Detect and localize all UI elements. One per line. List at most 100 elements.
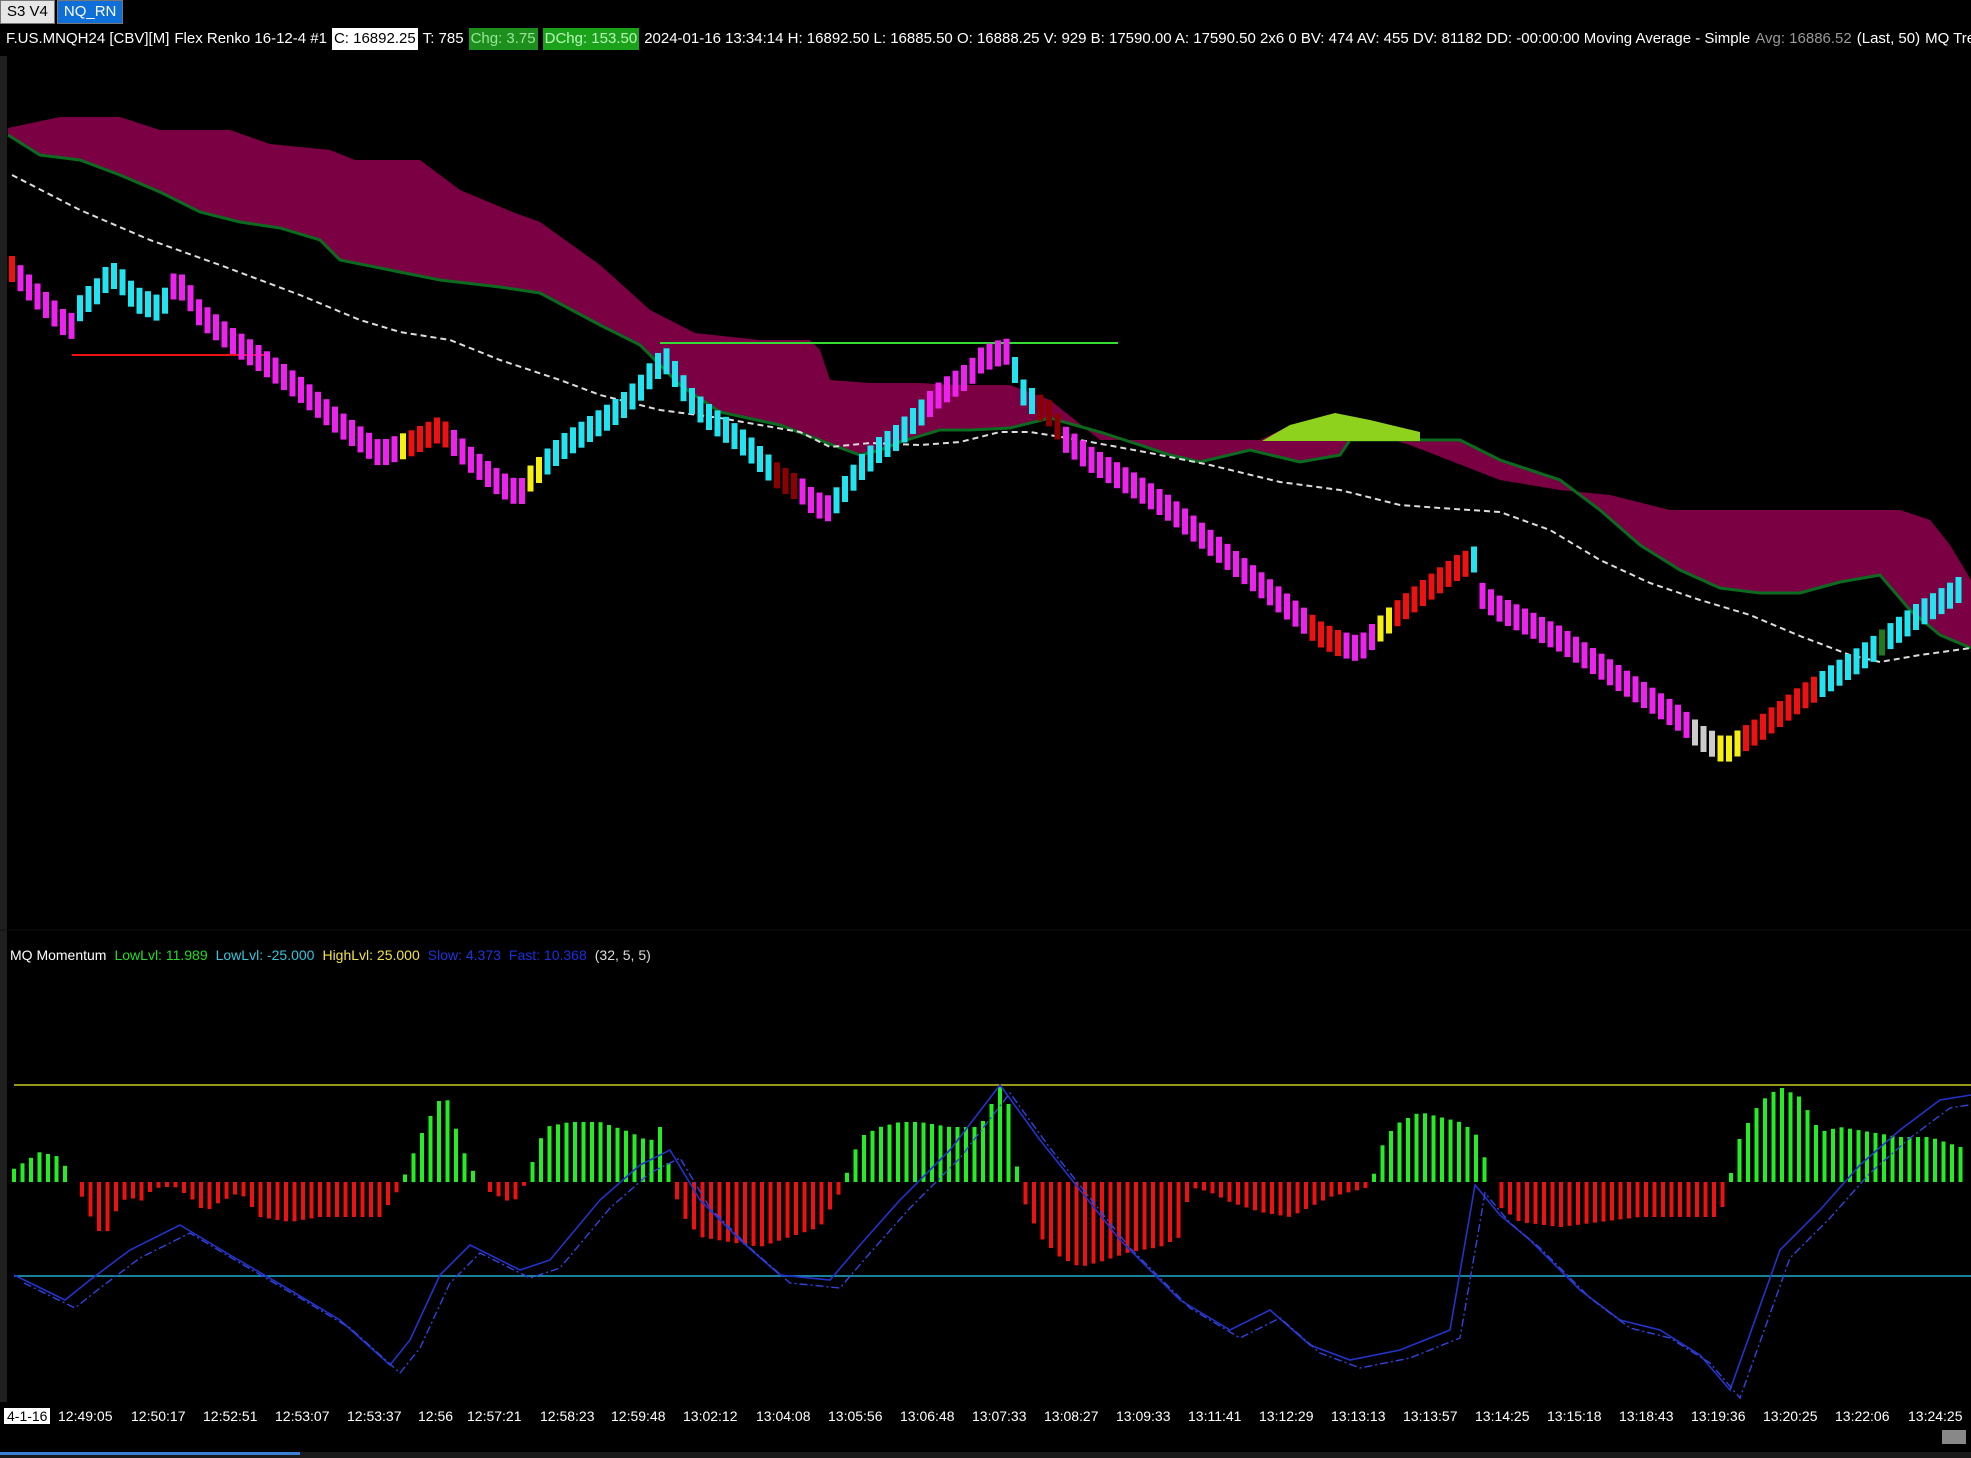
renko-bar	[1156, 489, 1163, 515]
renko-bar	[1165, 494, 1171, 521]
momentum-bar	[173, 1182, 178, 1188]
renko-bar	[612, 399, 619, 425]
momentum-bar	[309, 1182, 314, 1219]
renko-bar	[1556, 625, 1562, 652]
momentum-bar	[1372, 1173, 1376, 1182]
renko-bar	[1088, 446, 1095, 473]
momentum-bar	[267, 1182, 271, 1219]
momentum-bar	[1780, 1088, 1784, 1182]
renko-bar	[1819, 671, 1826, 697]
time-axis: 4-1-16 12:49:05 12:50:17 12:52:51 12:53:07 12…	[0, 1402, 1971, 1428]
momentum-bar	[216, 1182, 220, 1204]
renko-bar	[94, 278, 100, 305]
momentum-bar	[352, 1182, 356, 1217]
renko-bar	[1258, 572, 1265, 599]
momentum-bar	[1678, 1182, 1682, 1217]
renko-bar	[1666, 699, 1673, 725]
time-tick-label: 13:24:25	[1908, 1408, 1963, 1424]
time-tick-label: 13:02:12	[683, 1408, 738, 1424]
momentum-bar	[700, 1182, 705, 1238]
renko-bar	[221, 321, 228, 348]
momentum-bar	[1907, 1137, 1912, 1182]
renko-bar	[867, 445, 874, 472]
renko-bar	[400, 433, 406, 460]
renko-bar	[383, 439, 389, 465]
momentum-bar	[811, 1182, 815, 1230]
momentum-bar	[1814, 1125, 1818, 1182]
momentum-bar	[1227, 1182, 1232, 1202]
momentum-bar	[1117, 1182, 1121, 1256]
momentum-bar	[904, 1122, 909, 1182]
renko-bar	[1845, 654, 1851, 680]
renko-bar	[893, 425, 899, 451]
renko-bar	[1318, 621, 1324, 648]
time-tick-label: 13:05:56	[828, 1408, 883, 1424]
renko-bar	[697, 396, 704, 423]
renko-bar	[689, 388, 695, 414]
chart-canvas[interactable]	[0, 0, 1971, 1458]
time-tick-label: 12:50:17	[131, 1408, 186, 1424]
renko-bar	[901, 416, 908, 443]
renko-bar	[289, 370, 296, 397]
momentum-bar	[165, 1182, 169, 1187]
momentum-bar	[964, 1127, 968, 1182]
momentum-bar	[343, 1182, 348, 1217]
renko-bar	[969, 357, 976, 384]
scroll-right-button[interactable]	[1942, 1430, 1966, 1444]
time-tick-label: 4-1-16	[4, 1408, 51, 1424]
momentum-bar	[1100, 1182, 1104, 1262]
renko-bar	[493, 468, 500, 495]
momentum-bar	[318, 1182, 322, 1217]
momentum-bar	[1627, 1182, 1631, 1219]
renko-bar	[468, 446, 474, 473]
momentum-bar	[624, 1130, 628, 1182]
momentum-bar	[1338, 1182, 1342, 1195]
momentum-bar	[522, 1182, 526, 1186]
momentum-bar	[1295, 1182, 1300, 1214]
momentum-bar	[1924, 1137, 1929, 1182]
renko-bar	[1836, 659, 1843, 686]
renko-bar	[1063, 426, 1069, 453]
momentum-bar	[649, 1139, 654, 1183]
momentum-bar	[1261, 1182, 1266, 1213]
momentum-legend: MQ Momentum LowLvl: 11.989 LowLvl: -25.0…	[10, 945, 651, 965]
renko-bar	[1241, 558, 1248, 585]
renko-bar	[77, 295, 83, 322]
fast-label: Fast: 10.368	[508, 947, 587, 963]
renko-bar	[43, 292, 49, 318]
renko-bar	[1658, 693, 1664, 720]
momentum-bar	[598, 1122, 603, 1182]
momentum-bar	[590, 1122, 594, 1182]
momentum-bar	[1423, 1113, 1427, 1183]
renko-bar	[723, 416, 729, 443]
momentum-bar	[420, 1133, 424, 1182]
renko-bar	[1343, 632, 1350, 659]
renko-bar	[842, 476, 848, 502]
horizontal-scrollbar[interactable]	[0, 1452, 1971, 1458]
momentum-bar	[1202, 1182, 1206, 1191]
momentum-bar	[1576, 1182, 1580, 1225]
scroll-thumb[interactable]	[0, 1452, 300, 1455]
momentum-bar	[1329, 1182, 1334, 1197]
momentum-bar	[1125, 1182, 1130, 1253]
momentum-bar	[1516, 1182, 1521, 1221]
momentum-bar	[1346, 1182, 1351, 1193]
highlvl-label: HighLvl: 25.000	[322, 947, 420, 963]
momentum-bar	[1414, 1113, 1419, 1183]
renko-bar	[1335, 630, 1341, 656]
momentum-bar	[37, 1152, 42, 1182]
renko-bar	[230, 328, 236, 354]
momentum-bar	[156, 1182, 161, 1188]
time-tick-label: 12:56	[418, 1408, 454, 1424]
momentum-bar	[454, 1128, 458, 1182]
momentum-bar	[437, 1101, 441, 1182]
momentum-bar	[54, 1156, 59, 1182]
renko-bar	[1360, 632, 1367, 659]
momentum-bar	[1644, 1182, 1648, 1217]
momentum-bar	[836, 1182, 841, 1195]
renko-bar	[1794, 688, 1800, 715]
renko-bar	[1649, 687, 1656, 714]
momentum-bar	[233, 1182, 237, 1195]
momentum-bar	[1618, 1182, 1623, 1220]
renko-bar	[51, 300, 58, 327]
